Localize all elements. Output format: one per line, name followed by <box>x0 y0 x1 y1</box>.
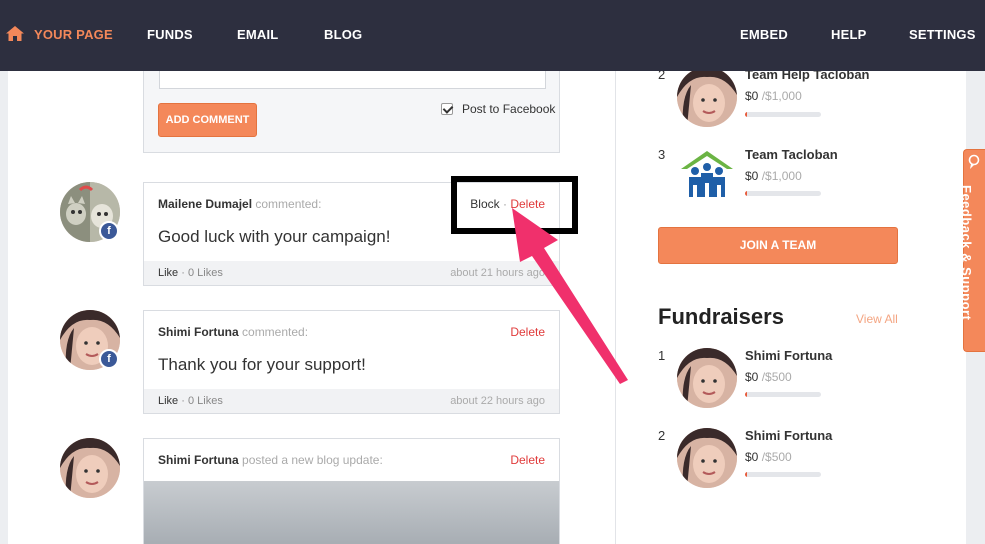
avatar-portrait-image <box>60 438 120 498</box>
comment-author[interactable]: Shimi Fortuna <box>158 325 239 339</box>
nav-embed[interactable]: EMBED <box>740 27 788 42</box>
avatar-shimi[interactable] <box>60 438 120 498</box>
home-icon[interactable] <box>6 26 24 41</box>
view-all-link[interactable]: View All <box>856 312 898 326</box>
team-name[interactable]: Team Tacloban <box>745 147 838 162</box>
nav-blog[interactable]: BLOG <box>324 27 362 42</box>
nav-help[interactable]: HELP <box>831 27 866 42</box>
team-amount: $0 /$1,000 <box>745 169 802 183</box>
top-nav: YOUR PAGE FUNDS EMAIL BLOG EMBED HELP SE… <box>0 0 985 71</box>
comment-text: Thank you for your support! <box>158 355 366 374</box>
comment-time: about 22 hours ago <box>450 395 545 407</box>
fundraiser-avatar[interactable] <box>677 348 737 408</box>
comment-action: posted a new blog update: <box>242 453 383 467</box>
post-to-facebook-checkbox[interactable] <box>441 103 453 115</box>
like-count: · 0 Likes <box>181 395 223 407</box>
fundraiser-amount: $0 /$500 <box>745 370 792 384</box>
annotation-arrow <box>512 208 628 384</box>
blog-update-image[interactable] <box>144 481 559 544</box>
comment-author[interactable]: Shimi Fortuna <box>158 453 239 467</box>
fundraiser-amount: $0 /$500 <box>745 450 792 464</box>
team-progress-bar <box>745 191 821 196</box>
fundraiser-progress-bar <box>745 472 821 477</box>
avatar-portrait-image <box>677 67 737 127</box>
comment-form: ADD COMMENT Post to Facebook <box>143 71 560 153</box>
join-team-button[interactable]: JOIN A TEAM <box>658 227 898 264</box>
fundraiser-name[interactable]: Shimi Fortuna <box>745 428 832 443</box>
comment-text: Good luck with your campaign! <box>158 227 391 246</box>
nav-your-page[interactable]: YOUR PAGE <box>34 27 113 42</box>
team-progress-bar <box>745 112 821 117</box>
comment-input[interactable] <box>159 71 546 89</box>
nav-funds[interactable]: FUNDS <box>147 27 193 42</box>
fundraiser-rank: 2 <box>658 428 666 443</box>
add-comment-button[interactable]: ADD COMMENT <box>158 103 257 137</box>
nav-settings[interactable]: SETTINGS <box>909 27 976 42</box>
like-link[interactable]: Like <box>158 267 178 279</box>
team-amount: $0 /$1,000 <box>745 89 802 103</box>
facebook-icon: f <box>99 349 119 369</box>
avatar-portrait-image <box>677 428 737 488</box>
nav-email[interactable]: EMAIL <box>237 27 278 42</box>
fundraiser-progress-bar <box>745 392 821 397</box>
comment-footer: Like · 0 Likes about 22 hours ago <box>144 389 559 413</box>
avatar-portrait-image <box>677 348 737 408</box>
comment-action: commented: <box>255 197 322 211</box>
like-link[interactable]: Like <box>158 395 178 407</box>
like-count: · 0 Likes <box>181 267 223 279</box>
facebook-icon: f <box>99 221 119 241</box>
fundraiser-avatar[interactable] <box>677 428 737 488</box>
fundraiser-name[interactable]: Shimi Fortuna <box>745 348 832 363</box>
delete-link[interactable]: Delete <box>510 453 545 467</box>
comment-footer: Like · 0 Likes about 21 hours ago <box>144 261 559 285</box>
habitat-logo-icon[interactable] <box>677 147 737 207</box>
comment-author[interactable]: Mailene Dumajel <box>158 197 252 211</box>
team-avatar[interactable] <box>677 67 737 127</box>
fundraiser-rank: 1 <box>658 348 666 363</box>
feedback-label[interactable]: Feedback & Support <box>959 185 974 320</box>
comment-action: commented: <box>242 325 309 339</box>
team-rank: 3 <box>658 147 666 162</box>
blog-update-card: Shimi Fortuna posted a new blog update: … <box>143 438 560 544</box>
comment-card: Shimi Fortuna commented: Delete Thank yo… <box>143 310 560 414</box>
post-to-facebook-label: Post to Facebook <box>462 102 556 116</box>
feedback-icon <box>968 154 980 169</box>
fundraisers-title: Fundraisers <box>658 304 784 329</box>
